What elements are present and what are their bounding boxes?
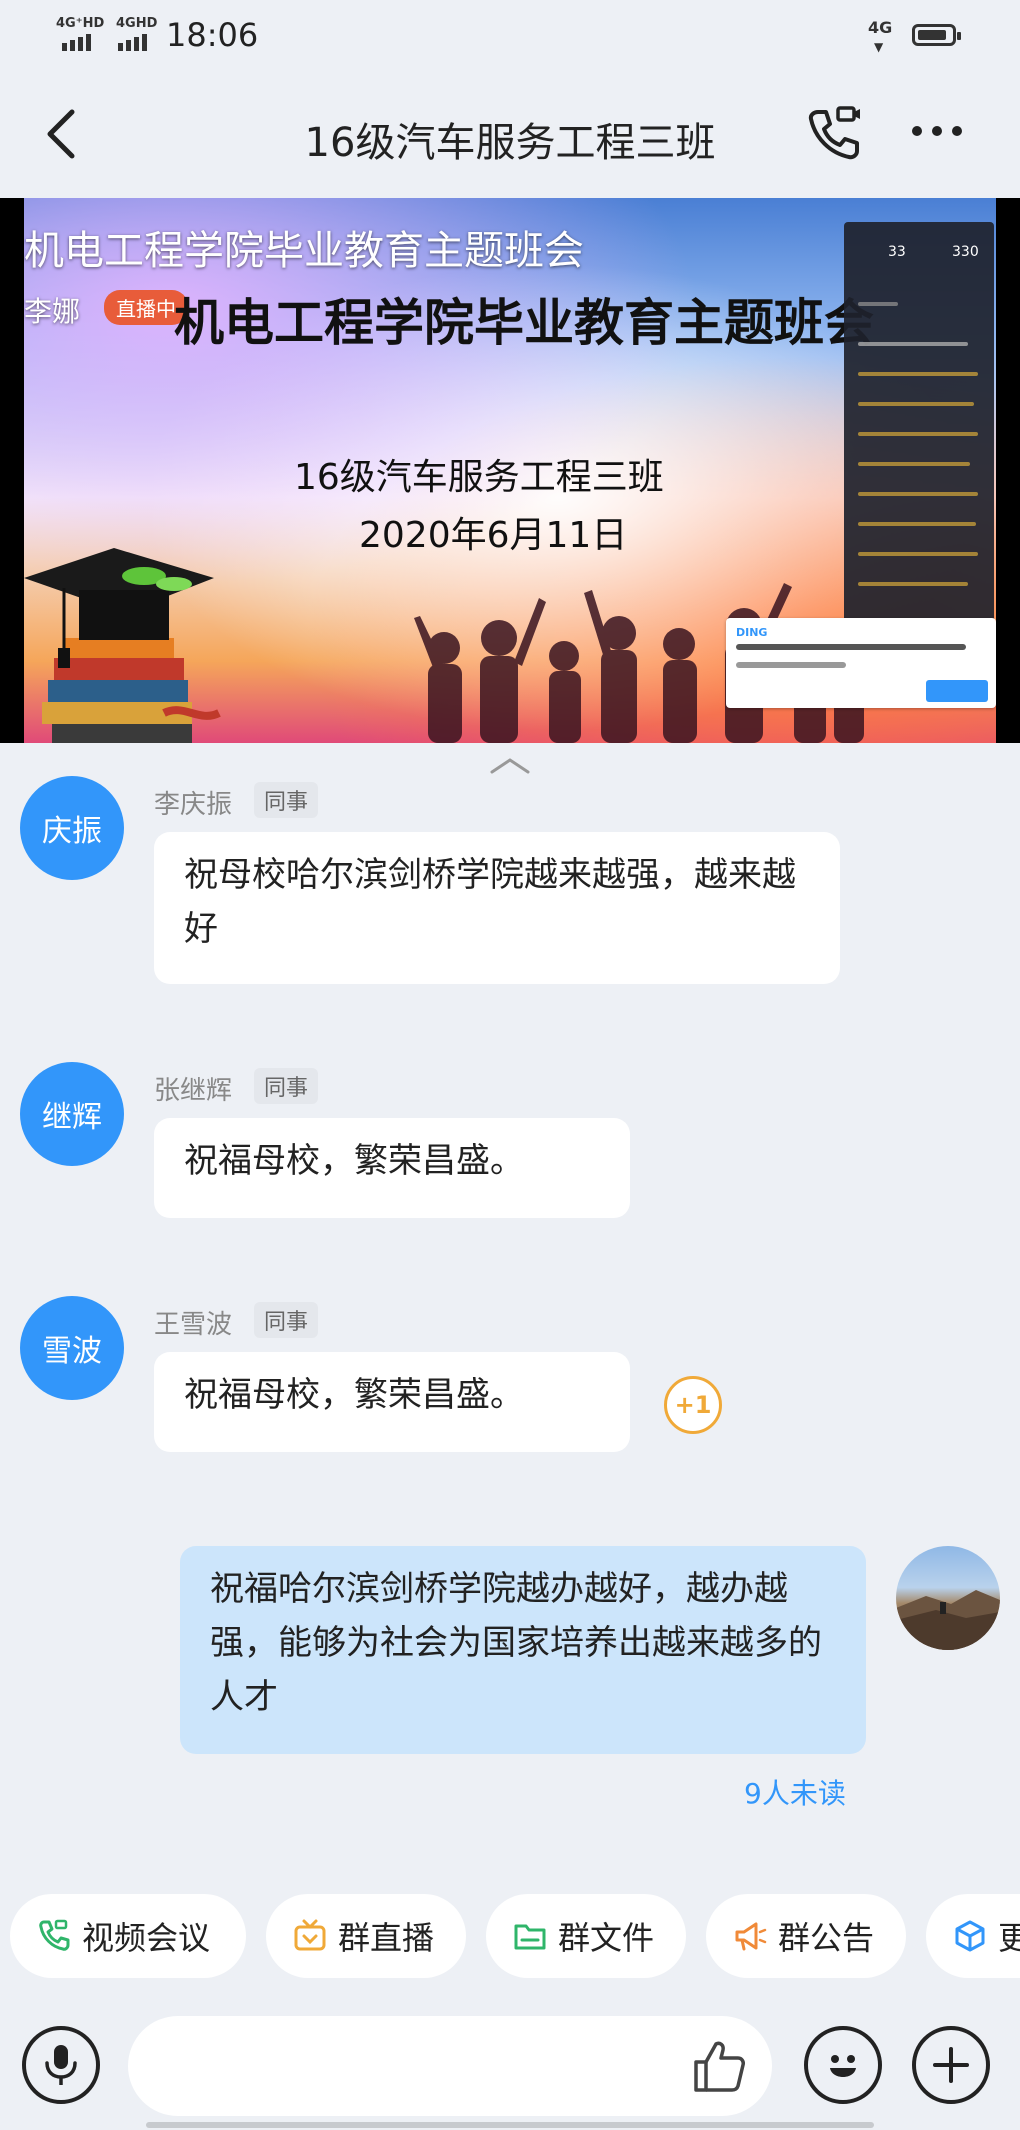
viewer-count: 33 xyxy=(888,244,906,260)
unread-count[interactable]: 9人未读 xyxy=(744,1772,846,1812)
data-arrow-icon: ▼ xyxy=(874,40,884,54)
message-input[interactable] xyxy=(128,2016,772,2116)
chat-title: 16级汽车服务工程三班 xyxy=(304,120,716,166)
avatar[interactable]: 雪波 xyxy=(20,1296,124,1400)
avatar[interactable]: 庆振 xyxy=(20,776,124,880)
message-row: 继辉 张继辉 同事 祝福母校，繁荣昌盛。 xyxy=(0,1062,1020,1222)
battery-icon xyxy=(912,24,961,46)
live-tv-icon xyxy=(294,1919,326,1951)
quick-action-label: 群公告 xyxy=(778,1919,875,1957)
message-bubble[interactable]: 祝母校哈尔滨剑桥学院越来越强，越来越好 xyxy=(154,832,840,984)
smiley-icon xyxy=(830,2055,856,2077)
quick-action-label: 更 xyxy=(998,1919,1020,1957)
quick-action-label: 群直播 xyxy=(338,1919,435,1957)
video-meeting-button[interactable]: 视频会议 xyxy=(10,1894,246,1978)
thumbs-up-button[interactable] xyxy=(686,2034,752,2100)
cube-icon xyxy=(955,1920,985,1952)
slide-date: 2020年6月11日 xyxy=(359,515,628,556)
sender-name: 王雪波 xyxy=(154,1310,233,1340)
folder-icon xyxy=(514,1924,546,1950)
more-button[interactable] xyxy=(912,126,962,136)
phone-video-icon xyxy=(808,106,860,160)
ding-view-button[interactable] xyxy=(926,680,988,702)
sim2-label: 4GHD xyxy=(116,16,158,31)
live-video-player[interactable]: 机电工程学院毕业教育主题班会 李娜 直播中 机电工程学院毕业教育主题班会 16级… xyxy=(0,198,1020,743)
status-bar: 4G⁺HD 4GHD 18:06 4G ▼ xyxy=(0,0,1020,68)
like-count: 330 xyxy=(952,244,979,260)
thumbs-up-icon xyxy=(694,2041,745,2092)
home-indicator[interactable] xyxy=(146,2122,874,2128)
clock: 18:06 xyxy=(166,16,259,54)
slide-title: 机电工程学院毕业教育主题班会 xyxy=(174,294,874,352)
chevron-up-icon xyxy=(490,758,530,774)
quick-action-label: 群文件 xyxy=(558,1919,655,1957)
role-tag: 同事 xyxy=(254,1302,319,1338)
sim1-label: 4G⁺HD xyxy=(56,16,105,31)
own-message-bubble[interactable]: 祝福哈尔滨剑桥学院越办越好，越办越强，能够为社会为国家培养出越来越多的人才 xyxy=(180,1546,866,1754)
emoji-button[interactable] xyxy=(804,2026,882,2104)
message-row: 庆振 李庆振 同事 祝母校哈尔滨剑桥学院越来越强，越来越好 xyxy=(0,776,1020,986)
sender-name: 李庆振 xyxy=(154,790,233,820)
role-tag: 同事 xyxy=(254,782,319,818)
plus-icon xyxy=(933,2047,969,2083)
more-actions-button[interactable]: 更 xyxy=(926,1894,1020,1978)
network-indicator: 4G xyxy=(868,18,893,37)
ding-notification-card[interactable]: DING xyxy=(726,618,996,708)
message-bubble[interactable]: 祝福母校，繁荣昌盛。 xyxy=(154,1118,630,1218)
landscape-photo-icon xyxy=(896,1590,1000,1650)
graduation-cap-books-image xyxy=(24,498,224,743)
collapse-video-button[interactable] xyxy=(488,756,532,776)
plus-one-button[interactable]: +1 xyxy=(664,1376,722,1434)
message-bubble[interactable]: 祝福母校，繁荣昌盛。 xyxy=(154,1352,630,1452)
quick-action-label: 视频会议 xyxy=(82,1919,211,1957)
live-comment-panel: 33 330 xyxy=(844,222,994,642)
slide-subtitle: 16级汽车服务工程三班 xyxy=(294,457,664,498)
microphone-icon xyxy=(45,2045,77,2085)
sender-name: 张继辉 xyxy=(154,1076,233,1106)
group-live-button[interactable]: 群直播 xyxy=(266,1894,466,1978)
ding-label: DING xyxy=(736,626,768,639)
voice-input-button[interactable] xyxy=(22,2026,100,2104)
group-announcement-button[interactable]: 群公告 xyxy=(706,1894,906,1978)
signal-1-icon xyxy=(62,34,91,51)
live-caption: 机电工程学院毕业教育主题班会 xyxy=(24,228,584,274)
presenter-name: 李娜 xyxy=(24,295,81,328)
megaphone-icon xyxy=(735,1922,767,1951)
avatar[interactable]: 继辉 xyxy=(20,1062,124,1166)
message-row-own: 祝福哈尔滨剑桥学院越办越好，越办越强，能够为社会为国家培养出越来越多的人才 9人… xyxy=(0,1544,1020,1824)
add-attachment-button[interactable] xyxy=(912,2026,990,2104)
role-tag: 同事 xyxy=(254,1068,319,1104)
video-call-icon xyxy=(39,1919,70,1951)
group-files-button[interactable]: 群文件 xyxy=(486,1894,686,1978)
own-avatar[interactable] xyxy=(896,1546,1000,1650)
signal-2-icon xyxy=(118,34,147,51)
message-row: 雪波 王雪波 同事 祝福母校，繁荣昌盛。 +1 xyxy=(0,1296,1020,1456)
call-button[interactable] xyxy=(804,104,864,164)
